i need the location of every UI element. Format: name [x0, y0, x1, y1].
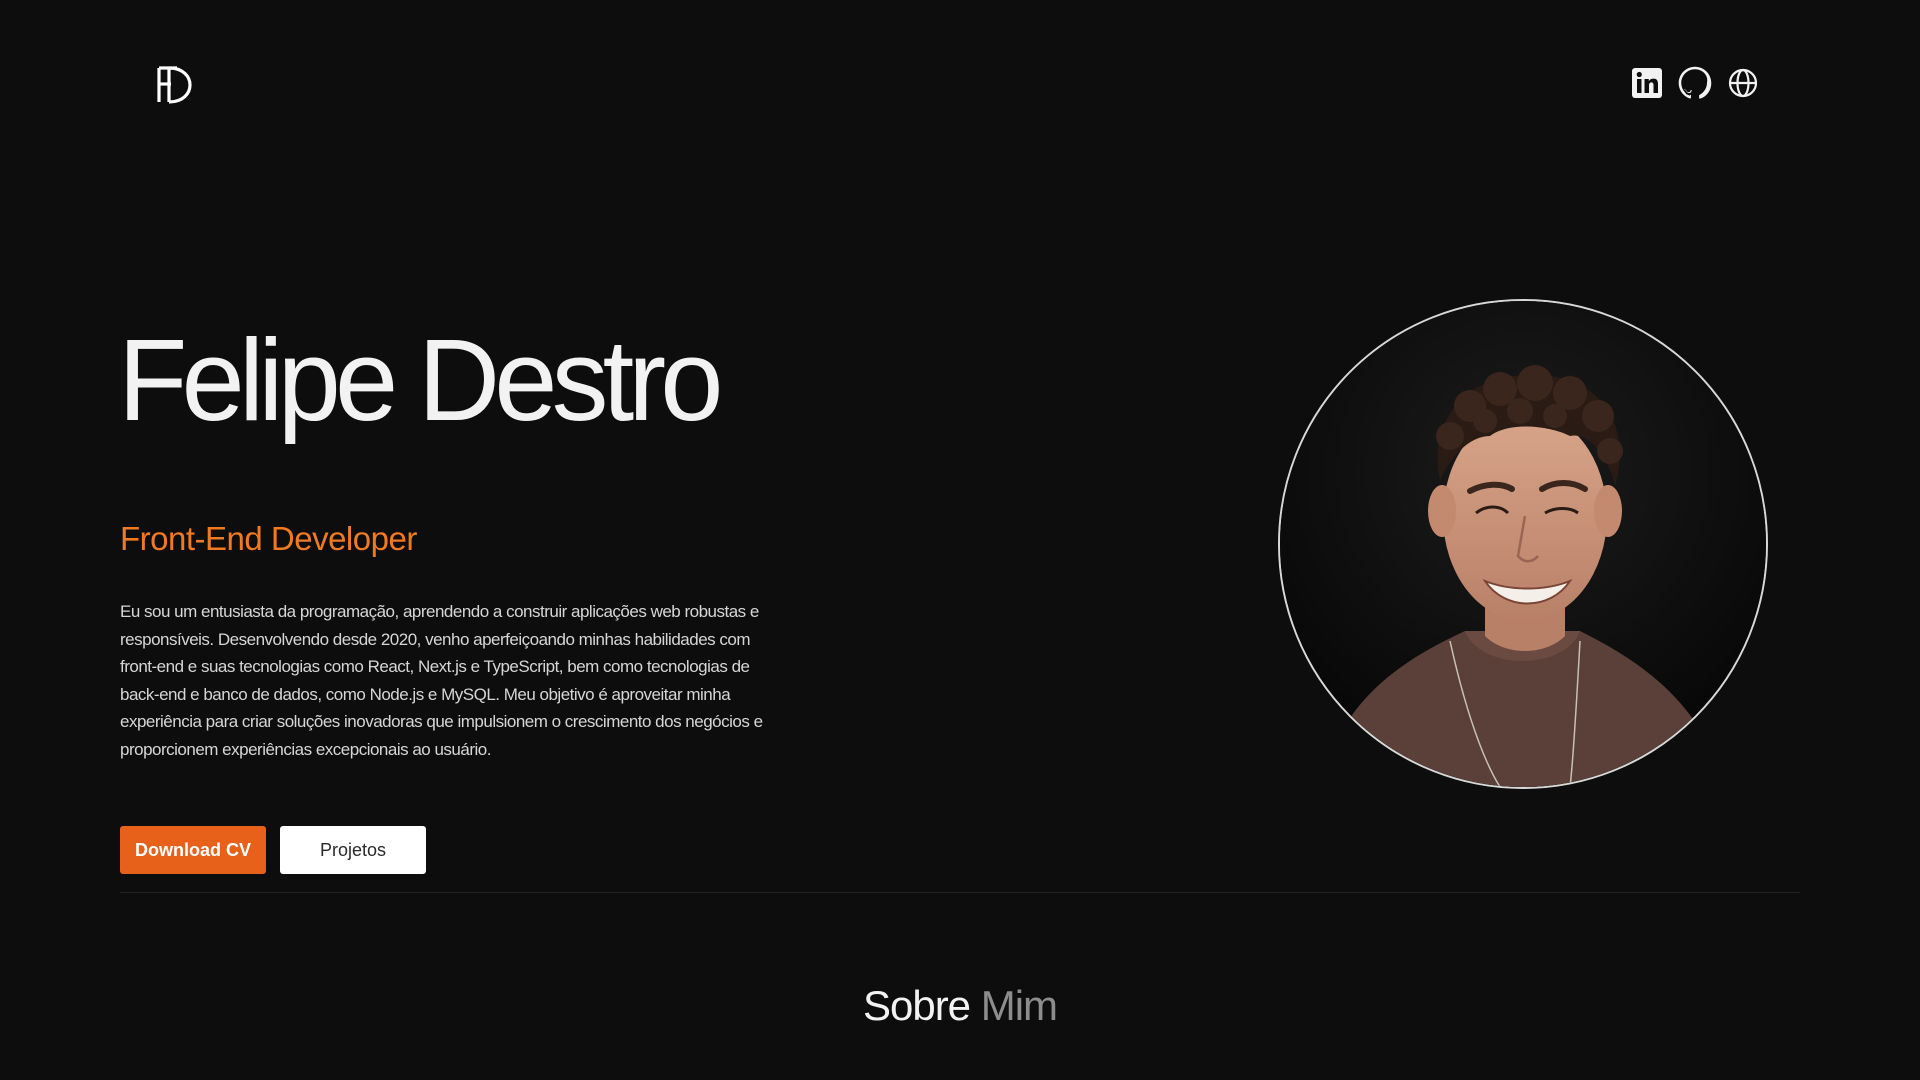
hero-actions: Download CV Projetos	[120, 826, 426, 874]
fd-logo-icon[interactable]	[155, 62, 199, 106]
projects-button[interactable]: Projetos	[280, 826, 426, 874]
download-cv-button[interactable]: Download CV	[120, 826, 266, 874]
profile-photo	[1278, 299, 1768, 789]
page: Felipe Destro Front-End Developer Eu sou…	[0, 0, 1920, 1080]
hero-role: Front-End Developer	[120, 520, 417, 557]
about-title-part2: Mim	[980, 982, 1058, 1029]
social-links	[1630, 66, 1760, 100]
linkedin-icon[interactable]	[1630, 66, 1664, 100]
github-icon[interactable]	[1678, 66, 1712, 100]
hero-name: Felipe Destro	[118, 315, 723, 445]
hero-bio: Eu sou um entusiasta da programação, apr…	[120, 602, 763, 759]
section-divider	[120, 892, 1800, 893]
globe-icon[interactable]	[1726, 66, 1760, 100]
about-section-title: Sobre Mim	[0, 982, 1920, 1030]
about-title-part1: Sobre	[862, 982, 971, 1029]
